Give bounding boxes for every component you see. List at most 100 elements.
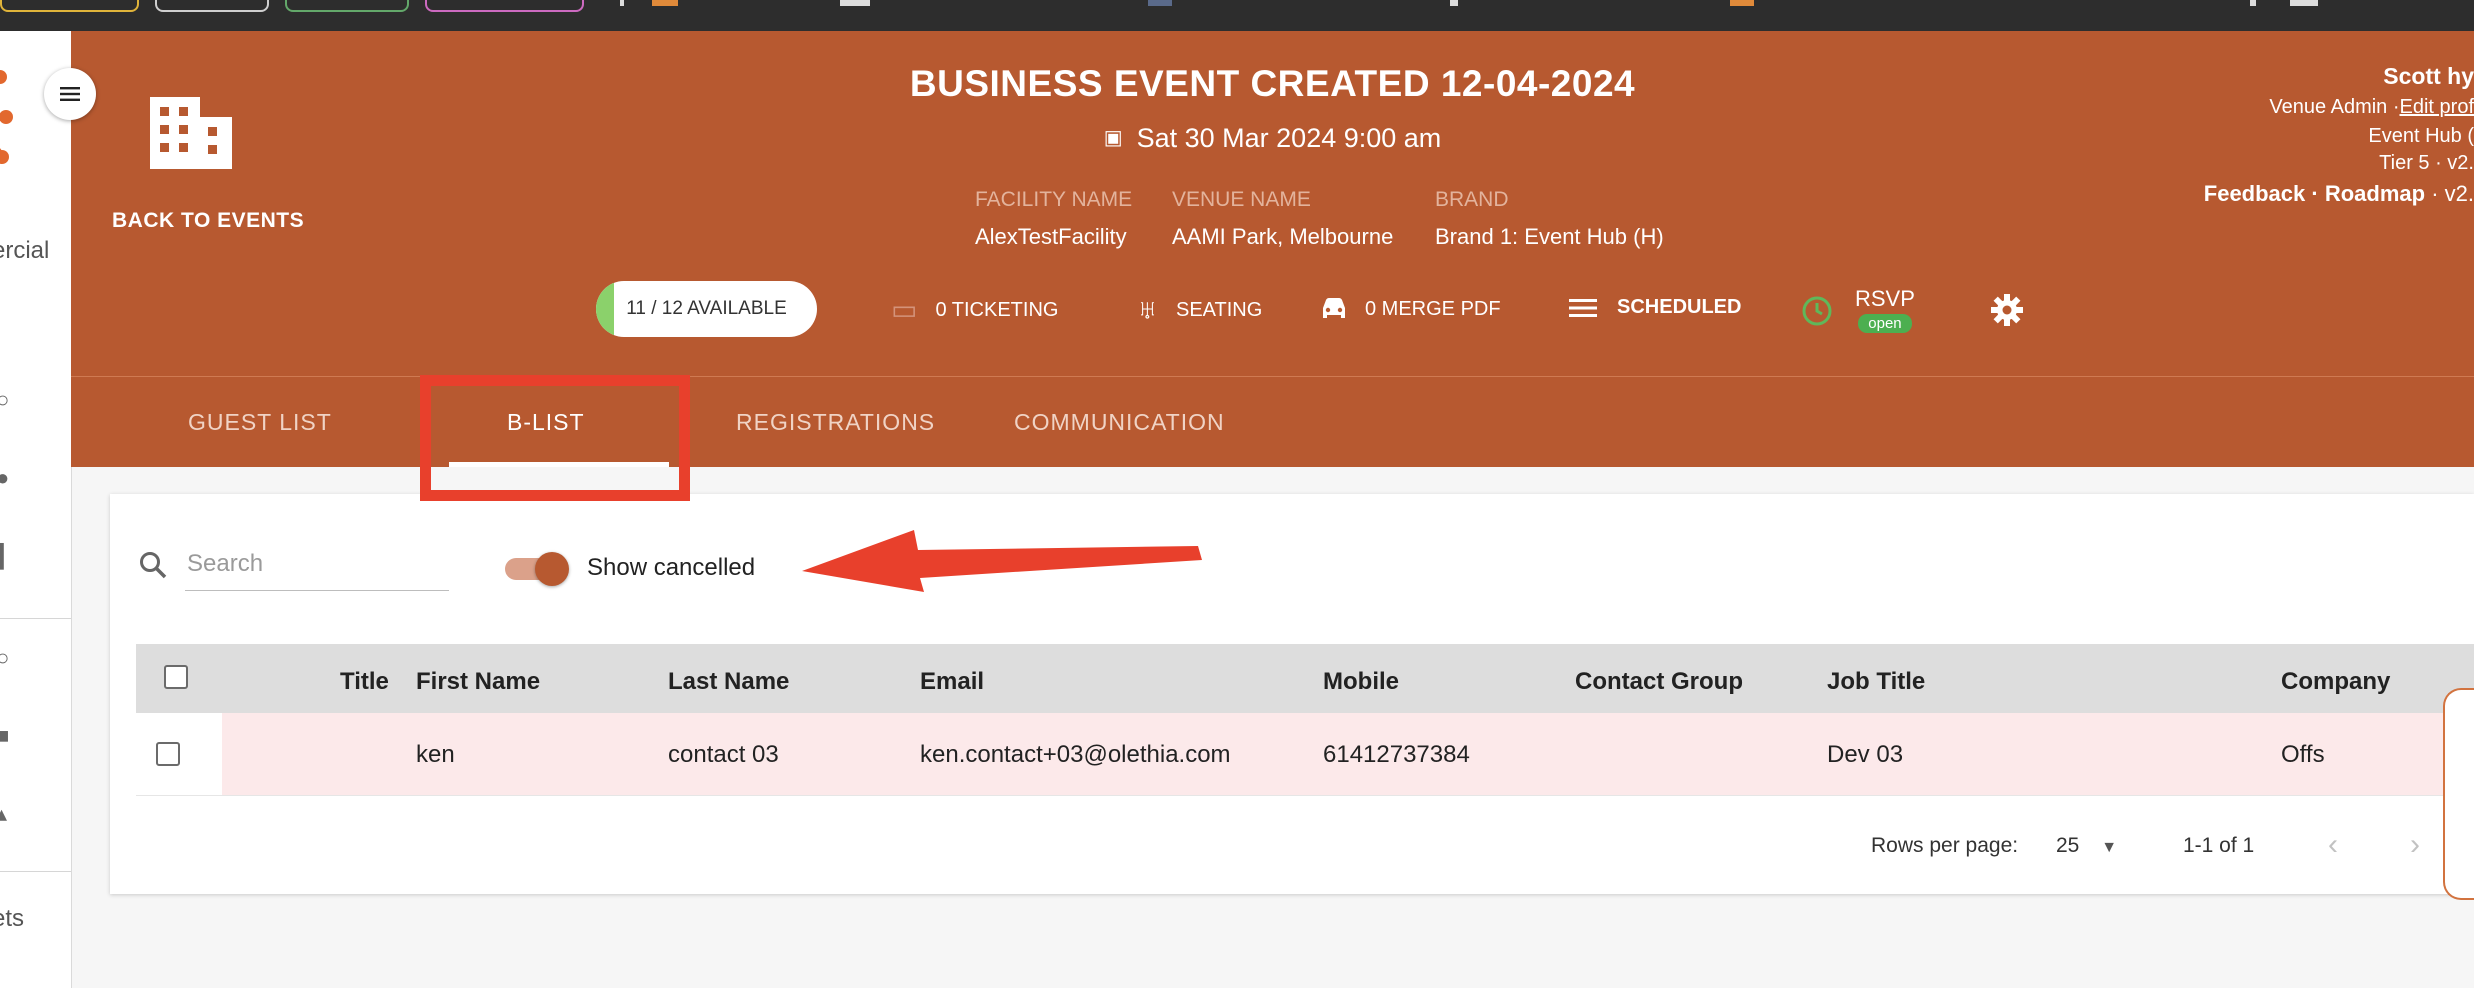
column-header-contact-group[interactable]: Contact Group [1575, 668, 1743, 696]
sidebar-person-icon[interactable]: ● [0, 467, 10, 489]
sidebar-key-icon[interactable]: ○ [0, 647, 10, 669]
calendar-icon: ▣ [1103, 127, 1123, 149]
settings-gear-icon[interactable] [1990, 293, 2024, 327]
show-cancelled-label: Show cancelled [587, 554, 756, 581]
back-to-events-label[interactable]: BACK TO EVENTS [112, 209, 304, 233]
sidebar-toggle-button[interactable] [44, 68, 96, 120]
table-header: Title First Name Last Name Email Mobile … [136, 644, 2474, 713]
bookmark-chip[interactable] [0, 0, 139, 12]
bookmark-icon[interactable] [840, 0, 870, 6]
cell-job-title: Dev 03 [1827, 741, 1904, 768]
bookmark-icon[interactable] [1730, 0, 1754, 6]
next-page-button[interactable]: › [2410, 828, 2420, 862]
sidebar-grid-icon[interactable]: ■ [0, 725, 10, 747]
page-title: BUSINESS EVENT CREATED 12-04-2024 [909, 63, 1636, 104]
chevron-down-icon: ▼ [2101, 839, 2118, 856]
column-header-first-name[interactable]: First Name [416, 668, 540, 696]
browser-bookmarks-bar [0, 0, 2474, 31]
venue-name-label: VENUE NAME [1172, 188, 1311, 211]
bookmark-icon[interactable] [620, 0, 624, 6]
user-name: Scott hy [2383, 63, 2474, 89]
table-row[interactable]: ken contact 03 ken.contact+03@olethia.co… [136, 713, 2474, 796]
user-tier: Tier 5 · v2. [2379, 152, 2474, 174]
rows-per-page-select[interactable]: 25 ▼ [2056, 834, 2117, 858]
sidebar-item-label[interactable]: ets [0, 905, 24, 933]
tab-guest-list[interactable]: GUEST LIST [188, 409, 332, 436]
rsvp-button[interactable]: RSVP open [1801, 287, 1915, 334]
roadmap-link[interactable]: Roadmap [2325, 181, 2425, 206]
show-cancelled-toggle[interactable] [505, 552, 571, 586]
column-header-mobile[interactable]: Mobile [1323, 668, 1399, 696]
feedback-link[interactable]: Feedback [2204, 181, 2306, 206]
side-panel-handle[interactable] [2443, 688, 2474, 900]
sidebar-link-icon[interactable]: ○ [0, 389, 10, 411]
brand-value: Brand 1: Event Hub (H) [1435, 224, 1664, 249]
rsvp-status-badge: open [1858, 314, 1912, 333]
ticket-icon: ▭ [891, 294, 918, 325]
cell-last-name: contact 03 [668, 741, 779, 768]
prev-page-button[interactable]: ‹ [2328, 828, 2338, 862]
left-sidebar: ercial ○ ● ▌ ○ ■ ▴ ets [0, 31, 72, 988]
app-logo-icon[interactable] [0, 65, 42, 169]
column-header-company[interactable]: Company [2281, 668, 2390, 696]
tab-registrations[interactable]: REGISTRATIONS [736, 409, 935, 436]
ticketing-label: 0 TICKETING [935, 298, 1059, 321]
bookmark-chip[interactable] [155, 0, 269, 12]
bookmark-chip[interactable] [425, 0, 584, 12]
merge-pdf-button[interactable]: 0 MERGE PDF [1319, 296, 1501, 322]
sidebar-divider [0, 618, 71, 619]
seat-icon: ♅ [1137, 294, 1158, 325]
user-hub: Event Hub ( [2368, 125, 2474, 147]
bookmark-icon[interactable] [1450, 0, 1458, 6]
bookmark-icon[interactable] [2250, 0, 2256, 6]
venue-name-value: AAMI Park, Melbourne [1172, 224, 1394, 249]
user-info: Scott hy Venue Admin ·Edit prof Event Hu… [2204, 63, 2474, 207]
search-input[interactable] [185, 538, 449, 591]
sidebar-item-label[interactable]: ercial [0, 237, 49, 265]
b-list-card: Show cancelled Title First Name Last Nam… [110, 494, 2474, 894]
toggle-knob [535, 552, 569, 586]
sidebar-divider [0, 871, 71, 872]
select-all-checkbox[interactable] [164, 665, 188, 689]
column-header-last-name[interactable]: Last Name [668, 668, 789, 696]
row-checkbox[interactable] [156, 742, 180, 766]
cell-mobile: 61412737384 [1323, 741, 1470, 768]
column-header-title[interactable]: Title [340, 668, 389, 696]
edit-profile-link[interactable]: Edit prof [2400, 96, 2474, 118]
user-role: Venue Admin ·Edit prof [2204, 96, 2474, 119]
facility-name-label: FACILITY NAME [975, 188, 1133, 211]
scheduled-button[interactable]: SCHEDULED [1569, 296, 1741, 319]
event-date-text: Sat 30 Mar 2024 9:00 am [1136, 123, 1442, 153]
car-icon [1323, 298, 1345, 318]
list-icon [1569, 298, 1597, 317]
rows-per-page-label: Rows per page: [1871, 834, 2019, 857]
ticketing-button[interactable]: ▭ 0 TICKETING [891, 296, 1058, 324]
user-role-text: Venue Admin · [2269, 96, 2400, 118]
cell-email: ken.contact+03@olethia.com [920, 741, 1231, 768]
chevron-right-icon: › [2410, 828, 2420, 861]
availability-pill[interactable]: 11 / 12 AVAILABLE [596, 281, 817, 337]
clock-icon [1802, 296, 1832, 325]
tab-communication[interactable]: COMMUNICATION [1014, 409, 1225, 436]
availability-text: 11 / 12 AVAILABLE [626, 298, 787, 319]
cell-first-name: ken [416, 741, 455, 768]
sidebar-document-icon[interactable]: ▌ [0, 545, 12, 567]
column-header-job-title[interactable]: Job Title [1827, 668, 1925, 696]
search-icon [140, 552, 167, 579]
user-links: Feedback · Roadmap · v2. [2203, 181, 2474, 206]
rows-per-page-value: 25 [2056, 834, 2080, 857]
seating-label: SEATING [1176, 298, 1263, 321]
seating-button[interactable]: ♅ SEATING [1137, 296, 1262, 324]
rsvp-label: RSVP [1855, 286, 1915, 311]
bookmark-icon[interactable] [652, 0, 678, 6]
bookmark-icon[interactable] [2290, 0, 2318, 6]
hamburger-icon [60, 87, 80, 101]
sidebar-user-icon[interactable]: ▴ [0, 803, 10, 825]
chevron-left-icon: ‹ [2328, 828, 2338, 861]
column-header-email[interactable]: Email [920, 668, 984, 696]
event-date: ▣ Sat 30 Mar 2024 9:00 am [71, 123, 2474, 154]
event-header: BACK TO EVENTS BUSINESS EVENT CREATED 12… [71, 31, 2474, 376]
version-label: · v2. [2431, 181, 2474, 206]
bookmark-chip[interactable] [285, 0, 409, 12]
bookmark-icon[interactable] [1148, 0, 1172, 6]
